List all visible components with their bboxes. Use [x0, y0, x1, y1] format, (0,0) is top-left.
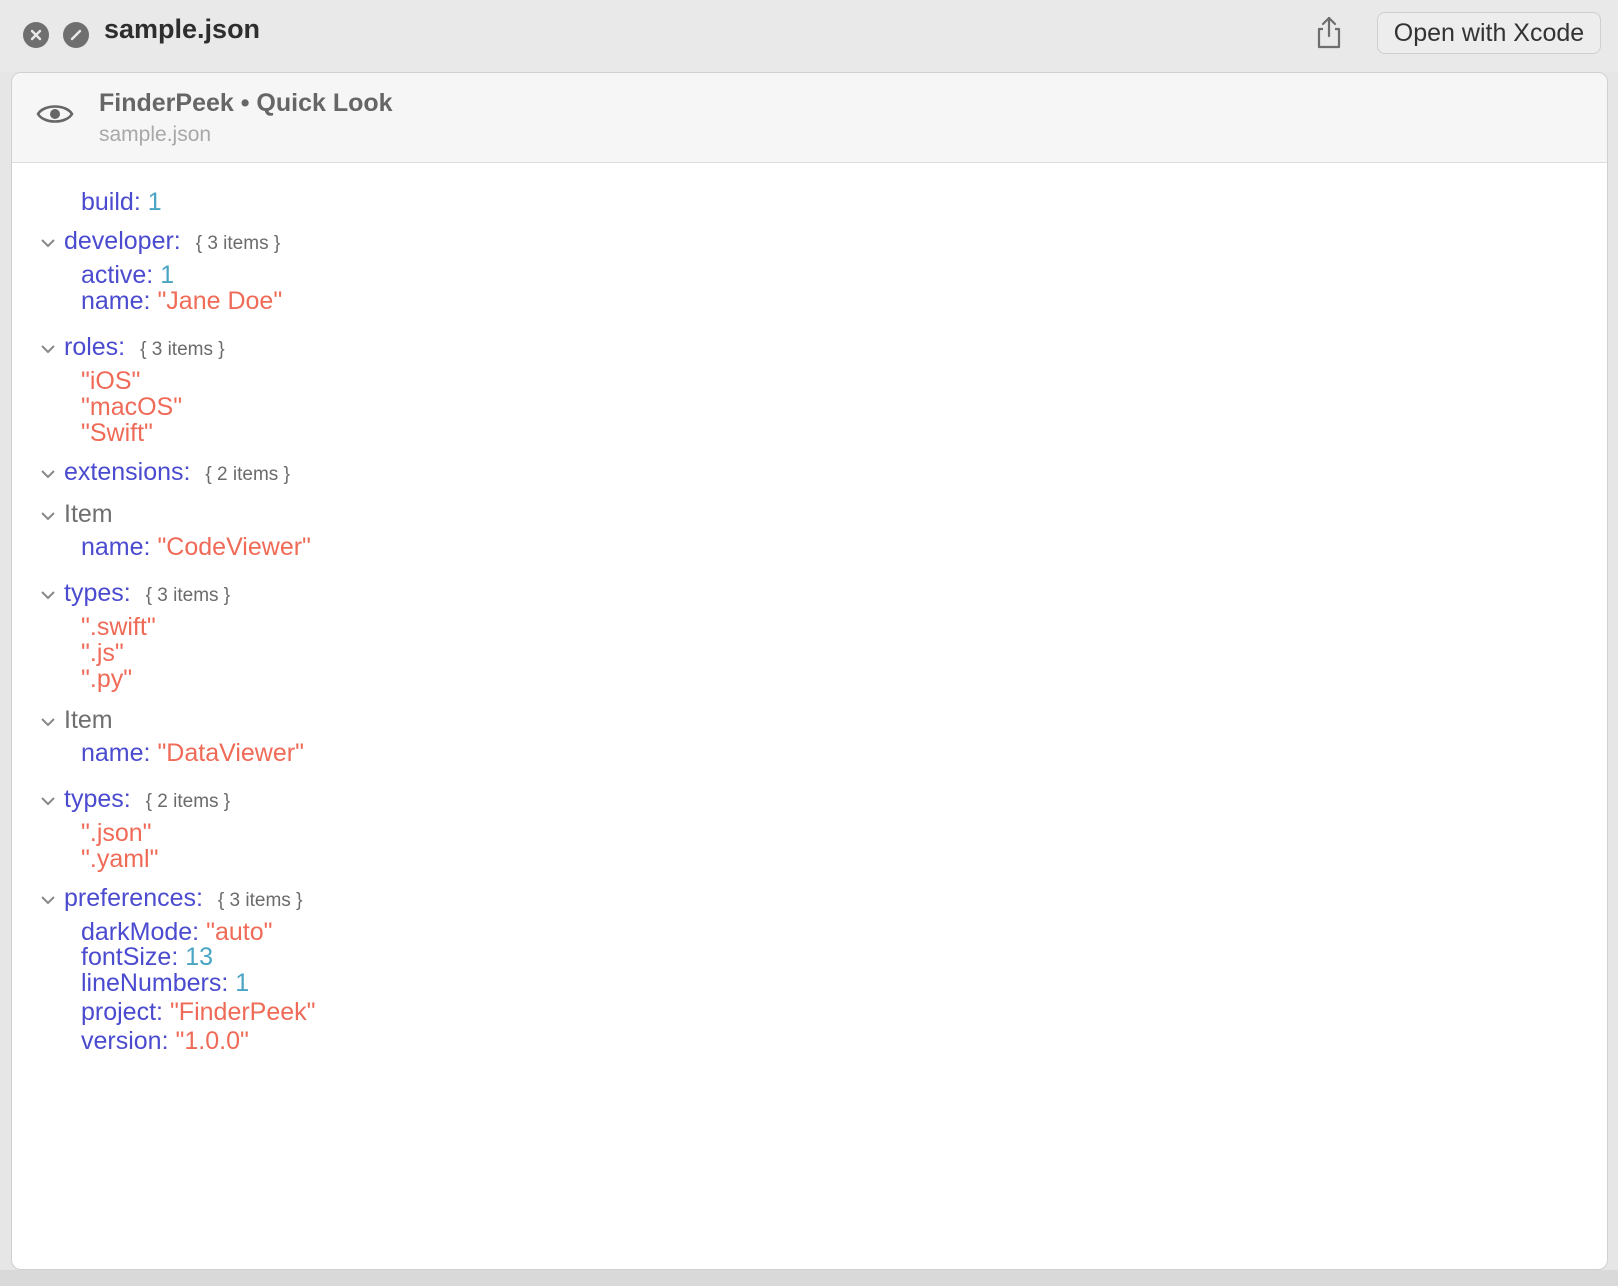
- key-label: preferences:: [64, 884, 203, 912]
- string-value: "DataViewer": [157, 739, 304, 767]
- tree-node-types[interactable]: types: { 2 items }: [64, 785, 230, 816]
- key-label: darkMode:: [81, 918, 200, 946]
- tree-row-darkmode: darkMode: "auto": [81, 918, 272, 946]
- string-value: "Jane Doe": [157, 287, 283, 315]
- tree-row-fontsize: fontSize: 13: [81, 943, 213, 971]
- chevron-down-icon[interactable]: [40, 894, 56, 906]
- key-label: project:: [81, 998, 163, 1026]
- key-label: types:: [64, 785, 131, 813]
- item-count: { 3 items }: [145, 585, 231, 606]
- item-count: { 2 items }: [145, 791, 231, 812]
- tree-node-item[interactable]: Item: [64, 706, 113, 734]
- array-item: ".js": [81, 639, 124, 667]
- tree-row-version: version: "1.0.0": [81, 1027, 249, 1055]
- number-value: 1: [235, 969, 250, 997]
- key-label: build:: [81, 188, 141, 216]
- key-label: fontSize:: [81, 943, 179, 971]
- array-item: ".json": [81, 819, 152, 847]
- tree-node-types[interactable]: types: { 3 items }: [64, 579, 230, 610]
- minimize-button[interactable]: [63, 22, 89, 48]
- key-label: types:: [64, 579, 131, 607]
- array-item: "iOS": [81, 367, 141, 395]
- tree-node-developer[interactable]: developer: { 3 items }: [64, 227, 280, 258]
- key-label: extensions:: [64, 458, 191, 486]
- key-label: name:: [81, 533, 151, 561]
- tree-row-build: build: 1: [81, 188, 162, 216]
- share-icon: [1317, 16, 1341, 49]
- quicklook-panel: FinderPeek • Quick Look sample.json buil…: [11, 72, 1608, 1270]
- array-item: ".py": [81, 665, 133, 693]
- number-value: 1: [160, 261, 175, 289]
- window-title: sample.json: [104, 14, 261, 44]
- chevron-down-icon[interactable]: [40, 510, 56, 522]
- string-value: "auto": [206, 918, 273, 946]
- tree-node-roles[interactable]: roles: { 3 items }: [64, 333, 225, 364]
- tree-row-project: project: "FinderPeek": [81, 998, 316, 1026]
- key-label: developer:: [64, 227, 181, 255]
- key-label: active:: [81, 261, 154, 289]
- chevron-down-icon[interactable]: [40, 716, 56, 728]
- tree-node-item[interactable]: Item: [64, 500, 113, 528]
- item-count: { 3 items }: [140, 339, 225, 360]
- array-item: ".swift": [81, 613, 156, 641]
- string-value: "FinderPeek": [169, 998, 316, 1026]
- string-value: "1.0.0": [175, 1027, 249, 1055]
- array-item: ".yaml": [81, 845, 159, 873]
- item-count: { 3 items }: [195, 233, 281, 254]
- tree-row-linenumbers: lineNumbers: 1: [81, 969, 249, 997]
- array-item: "Swift": [81, 419, 153, 447]
- chevron-down-icon[interactable]: [40, 795, 56, 807]
- chevron-down-icon[interactable]: [40, 237, 56, 249]
- tree-node-preferences[interactable]: preferences: { 3 items }: [64, 884, 302, 915]
- tree-node-extensions[interactable]: extensions: { 2 items }: [64, 458, 290, 489]
- title-bar: sample.json Open with Xcode: [0, 0, 1618, 72]
- tree-row-name: name: "Jane Doe": [81, 287, 282, 315]
- item-count: { 3 items }: [217, 890, 303, 911]
- item-count: { 2 items }: [205, 464, 290, 485]
- eye-icon: [36, 105, 74, 123]
- number-value: 1: [147, 188, 162, 216]
- array-item: "macOS": [81, 393, 183, 421]
- tree-row-active: active: 1: [81, 261, 174, 289]
- tree-row-name: name: "CodeViewer": [81, 533, 311, 561]
- chevron-down-icon[interactable]: [40, 343, 56, 355]
- quicklook-title: FinderPeek • Quick Look: [99, 89, 393, 117]
- quicklook-header: FinderPeek • Quick Look sample.json: [12, 73, 1607, 163]
- string-value: "CodeViewer": [157, 533, 311, 561]
- key-label: version:: [81, 1027, 169, 1055]
- close-button[interactable]: [23, 22, 49, 48]
- tree-row-name: name: "DataViewer": [81, 739, 304, 767]
- quicklook-subtitle: sample.json: [99, 123, 212, 146]
- number-value: 13: [185, 943, 214, 971]
- open-with-xcode-button[interactable]: Open with Xcode: [1377, 12, 1601, 54]
- key-label: lineNumbers:: [81, 969, 229, 997]
- key-label: name:: [81, 287, 151, 315]
- chevron-down-icon[interactable]: [40, 468, 56, 480]
- key-label: name:: [81, 739, 151, 767]
- share-button[interactable]: [1313, 14, 1345, 50]
- close-icon: [30, 29, 42, 41]
- minimize-icon: [70, 29, 82, 41]
- window-bottom-edge: [0, 1270, 1618, 1286]
- key-label: roles:: [64, 333, 126, 361]
- chevron-down-icon[interactable]: [40, 589, 56, 601]
